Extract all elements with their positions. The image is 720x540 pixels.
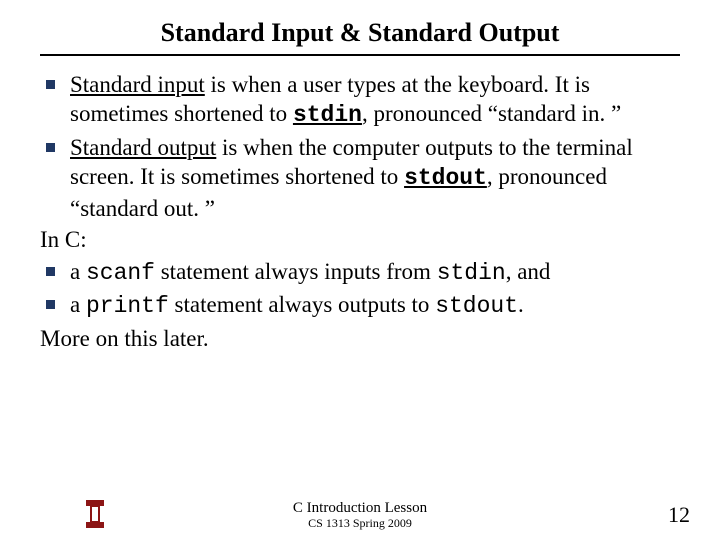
bullet-printf: a printf statement always outputs to std…	[70, 290, 680, 321]
footer: C Introduction Lesson CS 1313 Spring 200…	[0, 500, 720, 530]
text: .	[518, 292, 524, 317]
text: a	[70, 292, 86, 317]
title-rule	[40, 54, 680, 56]
bullet-stdin: Standard input is when a user types at t…	[70, 70, 680, 131]
footer-course: CS 1313 Spring 2009	[0, 517, 720, 530]
slide-title: Standard Input & Standard Output	[40, 18, 680, 48]
text: a	[70, 259, 86, 284]
slide-body: Standard input is when a user types at t…	[40, 70, 680, 353]
text: , and	[506, 259, 551, 284]
text: , pronounced “standard in. ”	[362, 101, 621, 126]
bullet-stdout: Standard output is when the computer out…	[70, 133, 680, 223]
code-stdin2: stdin	[437, 260, 506, 286]
text: statement always inputs from	[155, 259, 437, 284]
footer-lesson: C Introduction Lesson	[0, 500, 720, 517]
code-stdout: stdout	[404, 165, 487, 191]
page-number: 12	[668, 502, 690, 528]
bullet-list-2: a scanf statement always inputs from std…	[40, 257, 680, 322]
term-stdin: Standard input	[70, 72, 205, 97]
code-stdin: stdin	[293, 102, 362, 128]
code-scanf: scanf	[86, 260, 155, 286]
more-label: More on this later.	[40, 324, 680, 353]
term-stdout: Standard output	[70, 135, 216, 160]
code-printf: printf	[86, 293, 169, 319]
in-c-label: In C:	[40, 225, 680, 254]
bullet-list-1: Standard input is when a user types at t…	[40, 70, 680, 223]
bullet-scanf: a scanf statement always inputs from std…	[70, 257, 680, 288]
text: statement always outputs to	[169, 292, 435, 317]
code-stdout2: stdout	[435, 293, 518, 319]
